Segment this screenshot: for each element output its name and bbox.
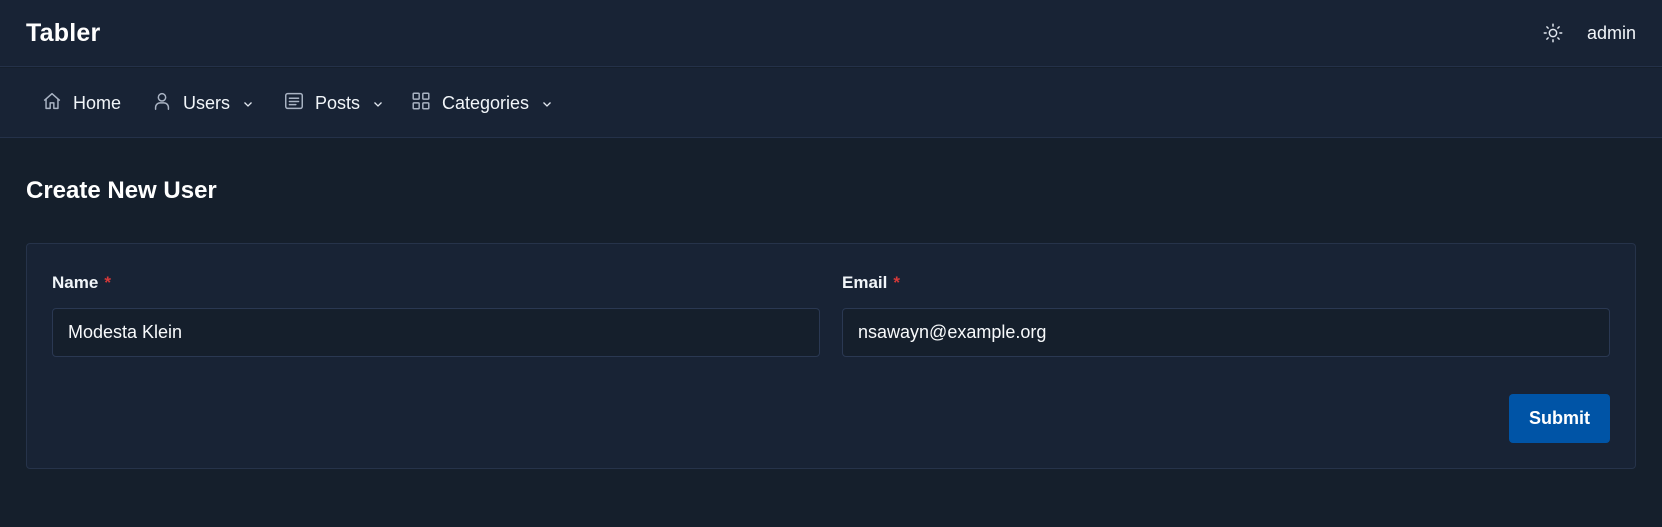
create-user-form: Name * Email * Submit [26, 243, 1636, 469]
email-field-group: Email * [842, 273, 1610, 357]
submit-button[interactable]: Submit [1509, 394, 1610, 443]
page-title: Create New User [26, 177, 217, 204]
nav-item-posts[interactable]: Posts [283, 68, 383, 138]
nav-item-categories[interactable]: Categories [410, 68, 552, 138]
nav-item-home[interactable]: Home [41, 68, 121, 138]
chevron-down-icon [243, 93, 253, 114]
list-icon [283, 90, 305, 117]
nav-item-home-label: Home [73, 92, 122, 113]
name-label: Name * [52, 273, 820, 293]
chevron-down-icon [542, 93, 552, 114]
user-icon [151, 90, 173, 117]
name-field-group: Name * [52, 273, 820, 357]
home-icon [41, 90, 63, 117]
nav-item-users[interactable]: Users [151, 68, 253, 138]
chevron-down-icon [373, 93, 383, 114]
brand-logo[interactable]: Tabler [26, 19, 100, 48]
top-header: Tabler admin [0, 0, 1662, 67]
user-menu[interactable]: admin [1587, 23, 1636, 44]
email-label-text: Email [842, 273, 888, 292]
main-navigation: Home Users Posts Categories [0, 68, 1662, 138]
grid-icon [410, 90, 432, 117]
email-input[interactable] [842, 308, 1610, 357]
nav-item-posts-label: Posts [315, 92, 361, 113]
email-label: Email * [842, 273, 1610, 293]
name-label-text: Name [52, 273, 99, 292]
nav-item-users-label: Users [183, 92, 231, 113]
nav-item-categories-label: Categories [442, 92, 530, 113]
name-input[interactable] [52, 308, 820, 357]
required-marker: * [893, 273, 900, 292]
sun-icon[interactable] [1541, 21, 1565, 45]
required-marker: * [104, 273, 111, 292]
